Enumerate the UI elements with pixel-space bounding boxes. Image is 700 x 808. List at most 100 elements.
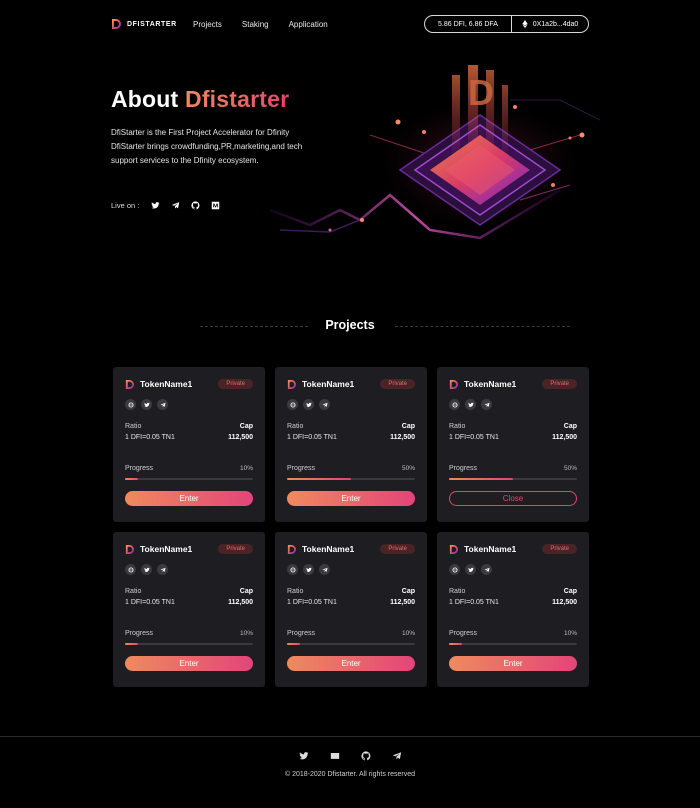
twitter-icon (306, 567, 312, 573)
enter-button[interactable]: Enter (449, 656, 577, 671)
brand-logo[interactable]: DFISTARTER (111, 18, 177, 30)
cap-label: Cap (239, 588, 253, 595)
medium-icon[interactable] (211, 201, 220, 210)
nav-link-application[interactable]: Application (289, 20, 328, 29)
twitter-link[interactable] (465, 564, 476, 575)
wallet-address: 0X1a2b...4da0 (532, 20, 579, 28)
twitter-icon (144, 402, 150, 408)
enter-button[interactable]: Enter (125, 656, 253, 671)
ratio-label: Ratio (287, 423, 304, 430)
twitter-icon (468, 567, 474, 573)
progress-bar (125, 643, 253, 645)
telegram-icon (160, 402, 166, 408)
progress-fill (125, 643, 138, 645)
mail-icon[interactable] (330, 751, 340, 761)
private-badge: Private (380, 379, 415, 389)
website-icon (290, 402, 296, 408)
private-badge: Private (542, 544, 577, 554)
github-icon[interactable] (361, 751, 371, 761)
token-logo-icon (449, 544, 458, 555)
ethereum-icon (522, 20, 528, 28)
telegram-icon[interactable] (392, 751, 402, 761)
ratio-label: Ratio (287, 588, 304, 595)
twitter-link[interactable] (303, 564, 314, 575)
twitter-link[interactable] (303, 399, 314, 410)
cap-label: Cap (563, 423, 577, 430)
dfistarter-logo-icon (111, 18, 121, 30)
website-link[interactable] (125, 399, 136, 410)
cap-value: 112,500 (390, 599, 415, 606)
project-card: TokenName1 Private Ratio 1 DFI=0.05 TN1 … (275, 367, 427, 522)
ratio-label: Ratio (449, 423, 466, 430)
twitter-link[interactable] (141, 564, 152, 575)
cap-value: 112,500 (228, 434, 253, 441)
private-badge: Private (218, 379, 253, 389)
twitter-icon (468, 402, 474, 408)
cap-value: 112,500 (228, 599, 253, 606)
website-link[interactable] (287, 399, 298, 410)
token-name: TokenName1 (140, 544, 193, 554)
telegram-link[interactable] (157, 399, 168, 410)
nav-link-projects[interactable]: Projects (193, 20, 222, 29)
progress-label: Progress (125, 465, 154, 472)
cap-value: 112,500 (552, 434, 577, 441)
website-link[interactable] (287, 564, 298, 575)
website-icon (128, 402, 134, 408)
project-card: TokenName1 Private Ratio 1 DFI=0.05 TN1 … (437, 532, 589, 687)
telegram-link[interactable] (319, 564, 330, 575)
token-logo-icon (449, 379, 458, 390)
cap-label: Cap (239, 423, 253, 430)
telegram-link[interactable] (157, 564, 168, 575)
progress-bar (449, 478, 577, 480)
twitter-icon[interactable] (151, 201, 160, 210)
progress-value: 10% (401, 630, 415, 637)
footer-divider (0, 736, 700, 737)
ratio-label: Ratio (125, 588, 142, 595)
twitter-link[interactable] (141, 399, 152, 410)
progress-bar (449, 643, 577, 645)
wallet-address-box[interactable]: 0X1a2b...4da0 (512, 20, 588, 28)
ratio-label: Ratio (449, 588, 466, 595)
telegram-icon (484, 402, 490, 408)
ratio-value: 1 DFI=0.05 TN1 (287, 434, 337, 441)
telegram-link[interactable] (319, 399, 330, 410)
website-link[interactable] (125, 564, 136, 575)
enter-button[interactable]: Enter (287, 656, 415, 671)
close-button[interactable]: Close (449, 491, 577, 506)
enter-button[interactable]: Enter (125, 491, 253, 506)
token-logo-icon (125, 544, 134, 555)
progress-fill (125, 478, 138, 480)
progress-fill (287, 478, 351, 480)
progress-label: Progress (287, 630, 316, 637)
hero-chip-illustration: D (270, 65, 600, 240)
twitter-icon[interactable] (299, 751, 309, 761)
website-link[interactable] (449, 399, 460, 410)
brand-name: DFISTARTER (127, 20, 177, 28)
ratio-value: 1 DFI=0.05 TN1 (449, 599, 499, 606)
telegram-icon[interactable] (171, 201, 180, 210)
website-link[interactable] (449, 564, 460, 575)
progress-value: 50% (563, 465, 577, 472)
cap-value: 112,500 (552, 599, 577, 606)
cap-label: Cap (563, 588, 577, 595)
nav-link-staking[interactable]: Staking (242, 20, 269, 29)
enter-button[interactable]: Enter (287, 491, 415, 506)
project-social-links (125, 399, 168, 410)
telegram-link[interactable] (481, 564, 492, 575)
ratio-value: 1 DFI=0.05 TN1 (449, 434, 499, 441)
wallet-balance: 5.86 DFI, 6.86 DFA (425, 16, 512, 32)
project-card: TokenName1 Private Ratio 1 DFI=0.05 TN1 … (113, 367, 265, 522)
live-on-icons (151, 201, 220, 210)
progress-fill (449, 478, 513, 480)
progress-bar (287, 478, 415, 480)
hero-title-prefix: About (111, 86, 186, 112)
wallet-widget[interactable]: 5.86 DFI, 6.86 DFA 0X1a2b...4da0 (424, 15, 589, 33)
ratio-value: 1 DFI=0.05 TN1 (125, 599, 175, 606)
website-icon (128, 567, 134, 573)
website-icon (290, 567, 296, 573)
github-icon[interactable] (191, 201, 200, 210)
telegram-link[interactable] (481, 399, 492, 410)
twitter-icon (144, 567, 150, 573)
website-icon (452, 402, 458, 408)
twitter-link[interactable] (465, 399, 476, 410)
